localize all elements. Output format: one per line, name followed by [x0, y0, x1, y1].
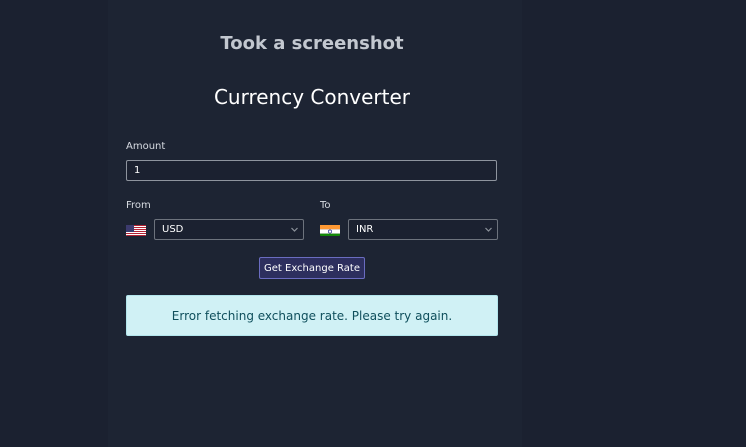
- amount-label: Amount: [126, 141, 166, 152]
- us-flag-icon: [126, 223, 146, 236]
- get-exchange-rate-button[interactable]: Get Exchange Rate: [259, 257, 365, 279]
- amount-input[interactable]: [126, 160, 497, 181]
- to-currency-select[interactable]: INR: [348, 219, 498, 240]
- screenshot-title: Took a screenshot: [220, 33, 404, 54]
- chevron-down-icon: [485, 227, 492, 232]
- to-currency-value: INR: [356, 224, 374, 235]
- error-alert: Error fetching exchange rate. Please try…: [126, 295, 498, 336]
- india-flag-icon: [320, 223, 340, 236]
- from-currency-select[interactable]: USD: [154, 219, 304, 240]
- chevron-down-icon: [291, 227, 298, 232]
- from-label: From: [126, 200, 151, 211]
- page-title: Currency Converter: [213, 85, 411, 109]
- from-currency-value: USD: [162, 224, 184, 235]
- to-label: To: [320, 200, 331, 211]
- error-message: Error fetching exchange rate. Please try…: [171, 308, 453, 323]
